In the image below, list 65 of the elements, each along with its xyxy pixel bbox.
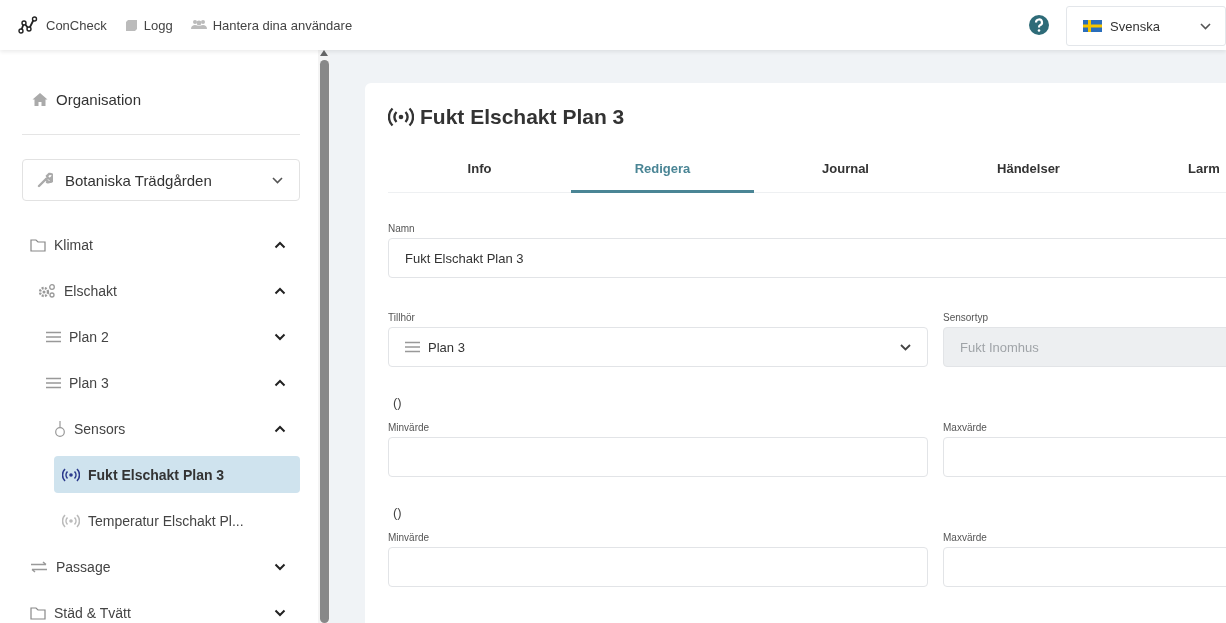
field-label: Maxvärde [943, 422, 988, 433]
wrench-icon [37, 172, 53, 188]
chevron-down-icon [1200, 22, 1211, 30]
field-label: Minvärde [388, 532, 431, 543]
tab[interactable]: Händelser [937, 157, 1120, 193]
nav-link[interactable]: Hantera dina användare [212, 17, 353, 33]
parent-select[interactable]: Plan 3 [388, 327, 928, 367]
tab[interactable]: Larm [1120, 157, 1220, 193]
chevron-up-icon[interactable] [274, 286, 286, 295]
tree-item[interactable]: Elschakt [30, 272, 300, 309]
chevron-down-icon [900, 343, 911, 351]
field-label: Minvärde [388, 422, 431, 433]
tree-item[interactable]: Städ & Tvätt [22, 594, 300, 623]
users-icon [190, 19, 207, 31]
page-title: Fukt Elschakt Plan 3 [420, 105, 625, 129]
node-icon [54, 420, 66, 437]
logo-icon [18, 16, 40, 34]
min-value-field[interactable] [388, 437, 928, 477]
tree-item[interactable]: Plan 2 [38, 318, 300, 355]
field-label: Namn [388, 223, 416, 234]
broadcast-icon [62, 467, 80, 482]
book-icon [124, 18, 138, 32]
home-icon [32, 92, 48, 106]
field-label: Tillhör [388, 312, 416, 323]
tree-item[interactable]: Passage [22, 548, 300, 585]
max-value-field[interactable] [943, 547, 1226, 587]
max-value-field[interactable] [943, 437, 1226, 477]
gears-icon [38, 282, 56, 299]
field-label: Sensortyp [943, 312, 990, 323]
organisation-link[interactable]: Organisation [22, 86, 300, 112]
tab[interactable]: Journal [754, 157, 937, 193]
folder-icon [30, 605, 46, 620]
menu-lines-icon [46, 376, 61, 389]
field-label: Maxvärde [943, 532, 988, 543]
broadcast-icon [388, 107, 414, 127]
chevron-up-icon[interactable] [274, 424, 286, 433]
tab[interactable]: Info [388, 157, 571, 193]
brand-link[interactable]: ConCheck [46, 17, 107, 33]
menu-lines-icon [405, 341, 420, 353]
chevron-down-icon[interactable] [274, 608, 286, 617]
scrollbar[interactable] [318, 50, 330, 623]
organization-select[interactable]: Botaniska Trädgården [22, 159, 300, 201]
chevron-down-icon[interactable] [274, 332, 286, 341]
chevron-up-icon[interactable] [274, 240, 286, 249]
broadcast-icon [62, 513, 80, 528]
folder-icon [30, 237, 46, 252]
swap-arrows-icon [30, 560, 48, 573]
section-heading: () [392, 505, 402, 520]
section-heading: () [392, 395, 402, 410]
menu-lines-icon [46, 330, 61, 343]
tree-item[interactable]: Temperatur Elschakt Pl... [54, 502, 300, 539]
nav-link[interactable]: Logg [143, 17, 173, 33]
tab[interactable]: Redigera [571, 157, 754, 193]
tree-item[interactable]: Plan 3 [38, 364, 300, 401]
chevron-up-icon[interactable] [274, 378, 286, 387]
tree-item[interactable]: Sensors [46, 410, 300, 447]
name-field[interactable]: Fukt Elschakt Plan 3 [388, 238, 1226, 278]
chevron-down-icon [272, 176, 283, 184]
flag-icon [1083, 20, 1102, 32]
tree-item[interactable]: Fukt Elschakt Plan 3 [54, 456, 300, 493]
tree-item[interactable]: Klimat [22, 226, 300, 263]
min-value-field[interactable] [388, 547, 928, 587]
chevron-down-icon[interactable] [274, 562, 286, 571]
help-icon[interactable] [1029, 15, 1049, 35]
language-select[interactable]: Svenska [1066, 6, 1226, 46]
